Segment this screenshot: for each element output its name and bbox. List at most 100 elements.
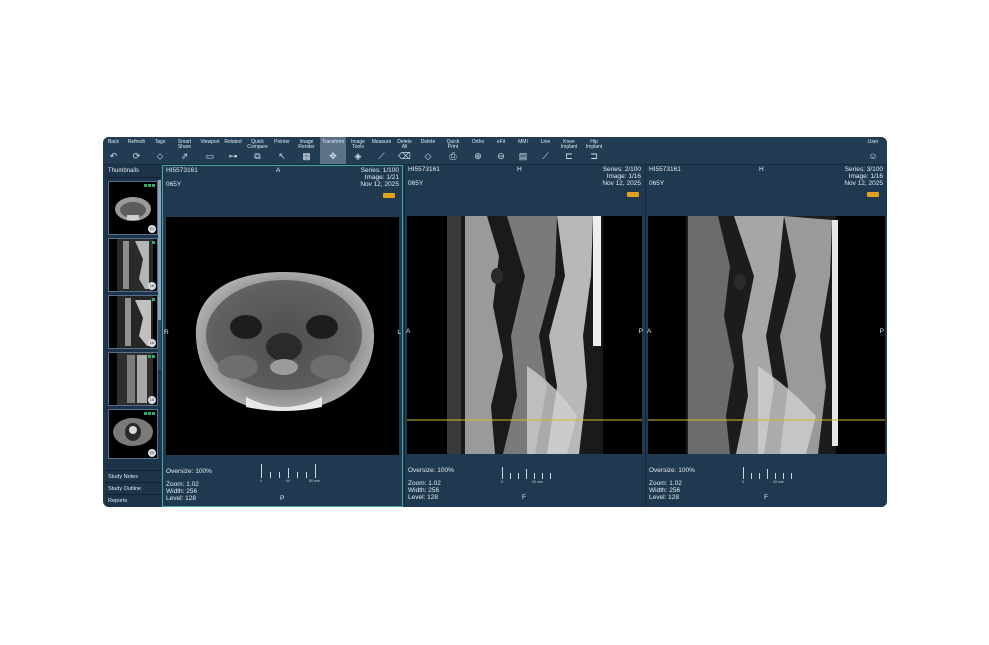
scrollbar-thumb[interactable]	[158, 180, 161, 320]
study-notes-link[interactable]: Study Notes	[105, 470, 161, 482]
related-button[interactable]: Related ⊶	[222, 137, 244, 164]
mmi-button[interactable]: MMI ▤	[512, 137, 534, 164]
patient-id: HI5573161	[166, 167, 198, 174]
patient-age: 065Y	[408, 180, 424, 187]
orientation-right: L	[397, 329, 401, 336]
window-level-readout: Level: 128	[166, 495, 196, 502]
thumbnail-series-1[interactable]: 21	[108, 181, 158, 235]
thumbnail-sidebar: Thumbnails 21 16 16 16 20 Study Notes St…	[105, 166, 161, 507]
image-axial[interactable]	[166, 217, 399, 455]
thumbnail-status	[148, 355, 155, 358]
oversize-readout: Oversize: 100%	[408, 467, 454, 474]
thumbnail-count: 16	[148, 282, 156, 290]
orientation-left: R	[164, 329, 169, 336]
image-sagittal-2[interactable]	[648, 216, 885, 454]
knee-implant-button[interactable]: Knee Implant ⊏	[557, 137, 581, 164]
annotation-badge[interactable]	[867, 192, 879, 197]
ruler-label: 0	[260, 479, 262, 483]
back-button[interactable]: Back ↶	[103, 137, 124, 164]
study-date: Nov 12, 2025	[360, 181, 399, 188]
sagittal-mri-image	[648, 216, 885, 454]
study-outline-link[interactable]: Study Outline	[105, 482, 161, 494]
patient-id: HI5573161	[649, 166, 681, 173]
delete-button[interactable]: Delete ◇	[416, 137, 440, 164]
line-icon: ⟋	[542, 151, 549, 161]
tags-button[interactable]: Tags ⬦	[149, 137, 171, 164]
hip-implant-button[interactable]: Hip Implant ⊐	[581, 137, 607, 164]
transform-button[interactable]: Transform ✥	[320, 137, 346, 164]
refresh-button[interactable]: Refresh ⟳	[124, 137, 149, 164]
scale-ruler: 0 40 80 mm	[260, 463, 331, 483]
quick-compare-button[interactable]: Quick Compare ⧉	[244, 137, 271, 164]
image-render-icon: ▦	[302, 151, 311, 161]
scale-ruler: 0 40 mm	[501, 464, 562, 484]
annotation-badge[interactable]	[627, 192, 639, 197]
axial-mri-image	[195, 272, 375, 411]
orientation-top: H	[517, 166, 522, 173]
image-sagittal-1[interactable]	[407, 216, 642, 454]
ruler-label: 0	[501, 480, 503, 484]
smart-share-icon: ⇗	[180, 151, 189, 161]
measure-button[interactable]: Measure ⟋	[370, 137, 393, 164]
hip-implant-label: Hip Implant	[585, 139, 603, 150]
image-render-label: Image Render	[298, 139, 315, 150]
thumbnail-scrollbar[interactable]	[158, 180, 161, 370]
window-level-readout: Level: 128	[649, 494, 679, 501]
viewport-2[interactable]: HI5573161 H Series: 2/100 Image: 1/16 06…	[404, 165, 644, 507]
image-tools-label: Image Tools	[351, 139, 365, 150]
pointer-button[interactable]: Pointer ↖	[271, 137, 293, 164]
orientation-right: P	[879, 328, 884, 335]
window-level-readout: Level: 128	[408, 494, 438, 501]
quick-print-button[interactable]: Quick Print ⎙	[440, 137, 466, 164]
smart-share-button[interactable]: Smart Share ⇗	[171, 137, 198, 164]
thumbnail-count: 16	[148, 396, 156, 404]
thumbnail-status	[144, 412, 155, 415]
thumbnail-series-4[interactable]: 16	[108, 352, 158, 406]
orientation-bottom: P	[280, 495, 285, 502]
viewer-app: Back ↶ Refresh ⟳ Tags ⬦ Smart Share ⇗ Viewport ▭ R…	[103, 137, 887, 507]
image-tools-icon: ◈	[354, 151, 362, 161]
viewport-3[interactable]: HI5573161 H Series: 3/100 Image: 1/16 06…	[645, 165, 887, 507]
knee-implant-icon: ⊏	[565, 151, 573, 161]
delete-all-button[interactable]: Delete All ⌫	[393, 137, 416, 164]
tags-label: Tags	[154, 139, 166, 145]
toolbar: Back ↶ Refresh ⟳ Tags ⬦ Smart Share ⇗ Viewport ▭ R…	[103, 137, 887, 165]
quick-print-icon: ⎙	[449, 151, 457, 161]
thumbnail-series-5[interactable]: 20	[108, 409, 158, 459]
patient-age: 065Y	[649, 180, 665, 187]
viewport-button[interactable]: Viewport ▭	[198, 137, 222, 164]
thumbnail-count: 20	[148, 449, 156, 457]
quick-compare-label: Quick Compare	[247, 139, 268, 150]
ruler-label: 40 mm	[532, 480, 543, 484]
mmi-icon: ▤	[518, 151, 528, 161]
viewport-1[interactable]: HI5573161 A Series: 1/100 Image: 1/21 06…	[162, 165, 403, 507]
ortho-button[interactable]: Ortho ⊕	[466, 137, 490, 164]
reports-link[interactable]: Reports	[105, 494, 161, 506]
ortho-icon: ⊕	[474, 151, 482, 161]
image-tools-button[interactable]: Image Tools ◈	[346, 137, 370, 164]
thumbnail-series-3[interactable]: 16	[108, 295, 158, 349]
pointer-label: Pointer	[274, 139, 290, 145]
line-button[interactable]: Line ⟋	[534, 137, 557, 164]
efit-button[interactable]: eFit ⊖	[490, 137, 512, 164]
thumbnail-series-2[interactable]: 16	[108, 238, 158, 292]
thumbnails-tab[interactable]: Thumbnails	[105, 166, 161, 178]
transform-icon: ✥	[329, 151, 337, 161]
tags-icon: ⬦	[156, 151, 164, 161]
ruler-label: 40 mm	[773, 480, 784, 484]
annotation-badge[interactable]	[383, 193, 395, 198]
oversize-readout: Oversize: 100%	[649, 467, 695, 474]
related-icon: ⊶	[228, 151, 238, 161]
viewport-label: Viewport	[200, 139, 220, 145]
thumbnail-status	[152, 298, 155, 301]
quick-compare-icon: ⧉	[254, 151, 261, 161]
sagittal-mri-image	[407, 216, 642, 454]
ruler-label: 40	[286, 479, 290, 483]
image-render-button[interactable]: Image Render ▦	[293, 137, 320, 164]
thumbnail-status	[152, 241, 155, 244]
hip-implant-icon: ⊐	[590, 151, 598, 161]
line-label: Line	[540, 139, 551, 145]
oversize-readout: Oversize: 100%	[166, 468, 212, 475]
orientation-left: A	[647, 328, 652, 335]
user-button[interactable]: User ☺	[859, 137, 887, 164]
